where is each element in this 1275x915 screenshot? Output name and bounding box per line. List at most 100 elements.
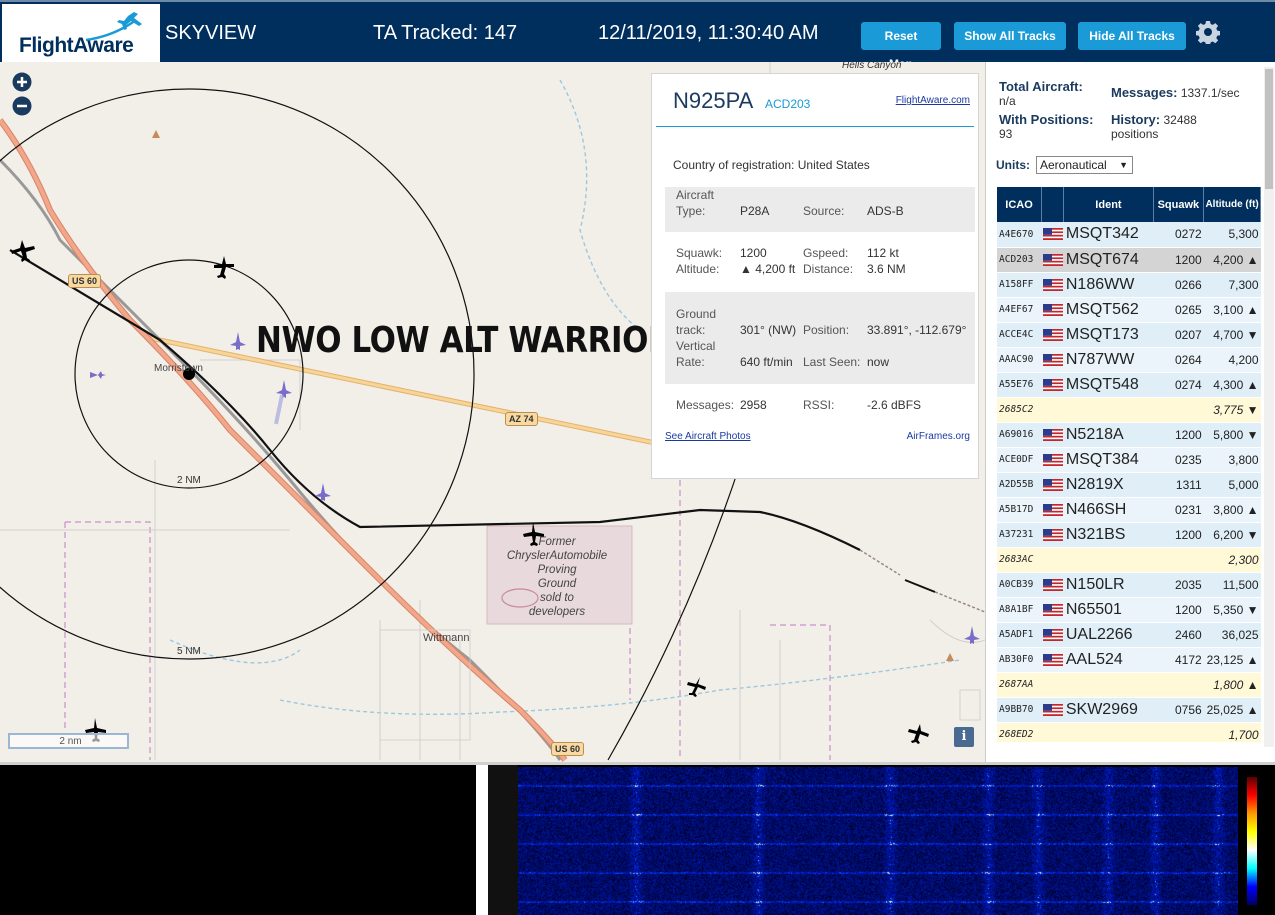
aircraft-table-container[interactable]: ICAO Ident Squawk Altitude (ft) A4E670 MS… (997, 187, 1261, 742)
chevron-down-icon: ▼ (1119, 160, 1128, 170)
table-row[interactable]: A69016 N5218A 1200 5,800 ▼ (997, 422, 1261, 448)
table-row[interactable]: A55E76 MSQT548 0274 4,300 ▲ (997, 372, 1261, 398)
flightaware-logo[interactable]: FlightAware (2, 4, 160, 62)
popup-hex: ACD203 (765, 97, 811, 111)
table-row[interactable]: A0CB39 N150LR 2035 11,500 (997, 572, 1261, 598)
table-row[interactable]: A5ADF1 UAL2266 2460 36,025 (997, 622, 1261, 648)
tracked-count: TA Tracked: 147 (373, 22, 518, 44)
table-row[interactable]: A8A1BF N65501 1200 5,350 ▼ (997, 597, 1261, 623)
scale-label: 2 nm (59, 736, 82, 747)
hide-all-tracks-button[interactable]: Hide All Tracks (1078, 22, 1186, 50)
cell-squawk (1153, 672, 1204, 698)
with-positions-value: 93 (999, 127, 1013, 141)
cell-ident: N787WW (1063, 347, 1154, 373)
units-value: Aeronautical (1040, 158, 1107, 172)
column-header-icao[interactable]: ICAO (997, 187, 1043, 222)
app-title: SKYVIEW (165, 22, 257, 44)
column-header-ident[interactable]: Ident (1063, 187, 1154, 222)
cell-flag (1041, 697, 1064, 723)
type-value: P28A (740, 204, 770, 218)
table-row[interactable]: A5B17D N466SH 0231 3,800 ▲ (997, 497, 1261, 523)
cell-flag (1041, 622, 1064, 648)
column-header-altitude[interactable]: Altitude (ft) (1203, 187, 1261, 222)
column-header-flag[interactable] (1041, 187, 1065, 222)
cell-altitude: 7,300 (1203, 272, 1261, 298)
type-label-1: Aircraft (676, 188, 715, 202)
proving-line: sold to (540, 592, 574, 604)
info-icon[interactable]: i (954, 727, 974, 747)
cell-flag (1041, 497, 1064, 523)
country-value: United States (797, 158, 870, 172)
us-flag-icon (1042, 453, 1063, 466)
messages-value: 2958 (740, 398, 767, 412)
spectrum-panel (0, 762, 1275, 915)
cell-icao: A5ADF1 (997, 622, 1042, 648)
cell-flag (1041, 347, 1064, 373)
table-row[interactable]: A158FF N186WW 0266 7,300 (997, 272, 1261, 298)
gspeed-value: 112 kt (867, 246, 899, 260)
cell-flag (1041, 547, 1064, 573)
reset-map-button[interactable]: Reset Map (861, 22, 941, 71)
table-row[interactable]: A2D55B N2819X 1311 5,000 (997, 472, 1261, 498)
place-wittmann: Wittmann (423, 632, 470, 644)
messages-rate-value: 1337.1/sec (1180, 86, 1240, 100)
clock: 12/11/2019, 11:30:40 AM (598, 22, 819, 44)
squawk-value: 1200 (740, 246, 767, 260)
table-row[interactable]: 2687AA 1,800 ▲ (997, 672, 1261, 698)
cell-flag (1041, 222, 1064, 248)
cell-icao: A37231 (997, 522, 1042, 548)
cell-altitude: 4,200 (1203, 347, 1261, 373)
cell-squawk: 1200 (1153, 522, 1204, 548)
airframes-link[interactable]: AirFrames.org (907, 431, 970, 442)
cell-flag (1041, 472, 1064, 498)
table-row[interactable]: A4E670 MSQT342 0272 5,300 (997, 222, 1261, 248)
aircraft-photos-link[interactable]: See Aircraft Photos (665, 431, 751, 442)
table-row[interactable]: ACD203 MSQT674 1200 4,200 ▲ (997, 247, 1261, 273)
zoom-out-icon[interactable] (12, 96, 32, 116)
cell-flag (1041, 372, 1064, 398)
cell-altitude: 3,100 ▲ (1203, 297, 1261, 323)
gear-icon[interactable] (1196, 20, 1220, 44)
cell-squawk: 0274 (1153, 372, 1204, 398)
distance-value: 3.6 NM (867, 262, 906, 276)
aircraft-table: ICAO Ident Squawk Altitude (ft) A4E670 MS… (997, 187, 1261, 742)
table-row[interactable]: 2683AC 2,300 (997, 547, 1261, 573)
table-row[interactable]: AAAC90 N787WW 0264 4,200 (997, 347, 1261, 373)
cell-ident: MSQT674 (1063, 247, 1154, 273)
scrollbar-thumb[interactable] (1265, 69, 1273, 189)
highway-shield-us60: US 60 (68, 274, 102, 288)
flightaware-link[interactable]: FlightAware.com (896, 95, 970, 106)
table-row[interactable]: 268ED2 1,700 (997, 722, 1261, 742)
cell-icao: AAAC90 (997, 347, 1042, 373)
cell-icao: ACE0DF (997, 447, 1042, 473)
table-row[interactable]: 2685C2 3,775 ▼ (997, 397, 1261, 423)
cell-ident: MSQT384 (1063, 447, 1154, 473)
cell-squawk: 1311 (1153, 472, 1204, 498)
table-row[interactable]: AB30F0 AAL524 4172 23,125 ▲ (997, 647, 1261, 673)
table-row[interactable]: ACCE4C MSQT173 0207 4,700 ▼ (997, 322, 1261, 348)
country-label: Country of registration: (673, 158, 795, 172)
show-all-tracks-button[interactable]: Show All Tracks (954, 22, 1066, 50)
list-scrollbar[interactable] (1264, 67, 1274, 747)
table-row[interactable]: A9BB70 SKW2969 0756 25,025 ▲ (997, 697, 1261, 723)
with-positions-label: With Positions: (999, 112, 1094, 127)
us-flag-icon (1042, 328, 1063, 341)
cell-altitude: 36,025 (1203, 622, 1261, 648)
ring-label-2nm: 2 NM (177, 475, 201, 486)
last-seen-label: Last Seen: (803, 355, 861, 369)
cell-ident (1063, 672, 1154, 698)
zoom-in-icon[interactable] (12, 72, 32, 92)
cell-ident (1063, 722, 1154, 742)
cell-squawk (1153, 547, 1204, 573)
cell-altitude: 6,200 ▼ (1203, 522, 1261, 548)
table-row[interactable]: ACE0DF MSQT384 0235 3,800 (997, 447, 1261, 473)
column-header-squawk[interactable]: Squawk (1153, 187, 1205, 222)
table-row[interactable]: A4EF67 MSQT562 0265 3,100 ▲ (997, 297, 1261, 323)
table-row[interactable]: A37231 N321BS 1200 6,200 ▼ (997, 522, 1261, 548)
cell-ident: AAL524 (1063, 647, 1154, 673)
track-label-1: Ground (676, 307, 717, 321)
units-select[interactable]: Aeronautical ▼ (1036, 156, 1133, 174)
us-flag-icon (1042, 278, 1063, 291)
vrate-label-1: Vertical (676, 339, 716, 353)
cell-altitude: 23,125 ▲ (1203, 647, 1261, 673)
